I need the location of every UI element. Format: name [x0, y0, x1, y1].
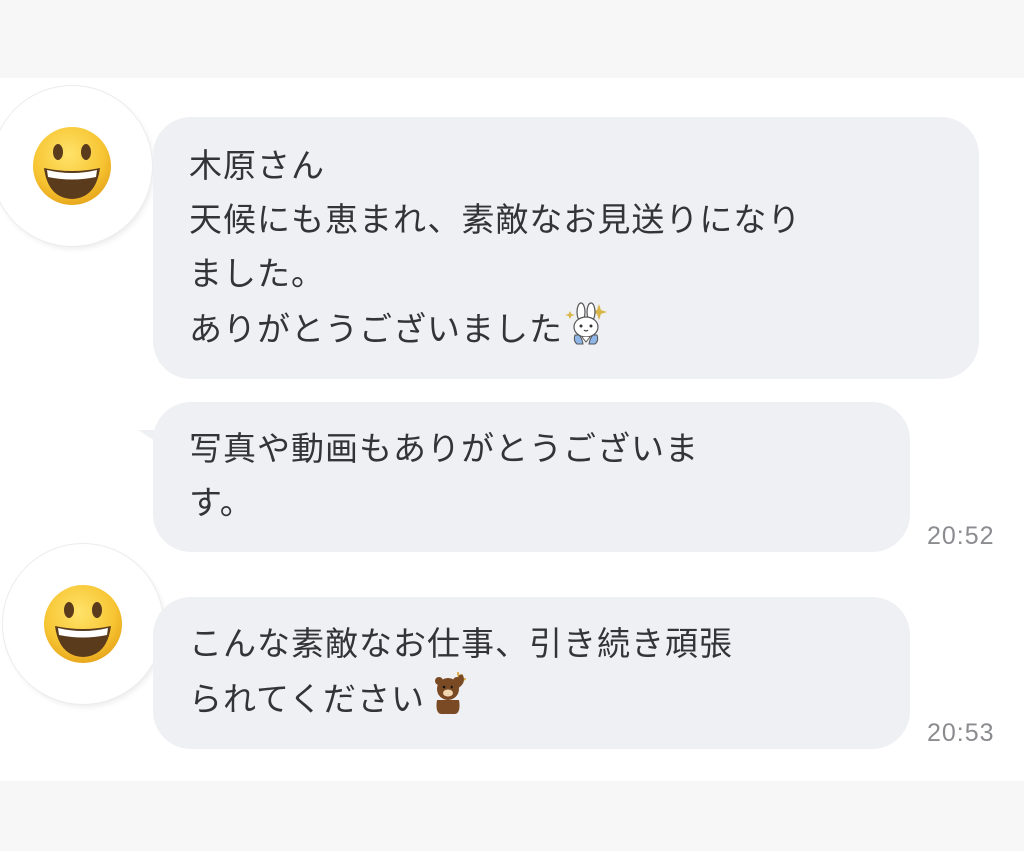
message-timestamp: 20:52	[927, 522, 995, 550]
smiley-face-avatar-icon	[33, 127, 111, 205]
message-bubble[interactable]: 写真や動画もありがとうございま す。	[153, 402, 910, 552]
message-timestamp: 20:53	[927, 719, 995, 747]
message-line-with-sticker: られてください	[189, 671, 870, 731]
sender-avatar[interactable]	[3, 544, 163, 704]
smiley-face-avatar-icon	[44, 585, 122, 663]
message-line: 天候にも恵まれ、素敵なお見送りになり	[189, 200, 802, 239]
message-bubble[interactable]: 木原さん 天候にも恵まれ、素敵なお見送りになり ました。 ありがとうございました	[153, 117, 979, 379]
message-line: す。	[189, 483, 254, 522]
message-line: 写真や動画もありがとうございま	[189, 429, 699, 468]
top-bar-area	[0, 0, 1024, 78]
message-text: られてください	[189, 679, 426, 719]
message-line-with-sticker: ありがとうございました	[189, 301, 939, 361]
bear-cheer-sticker-icon	[427, 671, 471, 731]
message-bubble[interactable]: こんな素敵なお仕事、引き続き頑張 られてください	[153, 597, 910, 749]
bottom-bar-area	[0, 781, 1024, 851]
message-text: ありがとうございました	[189, 309, 563, 349]
message-line: ました。	[189, 254, 325, 293]
bunny-sparkle-sticker-icon	[565, 301, 609, 361]
message-line: こんな素敵なお仕事、引き続き頑張	[189, 624, 733, 663]
message-line: 木原さん	[189, 146, 325, 185]
